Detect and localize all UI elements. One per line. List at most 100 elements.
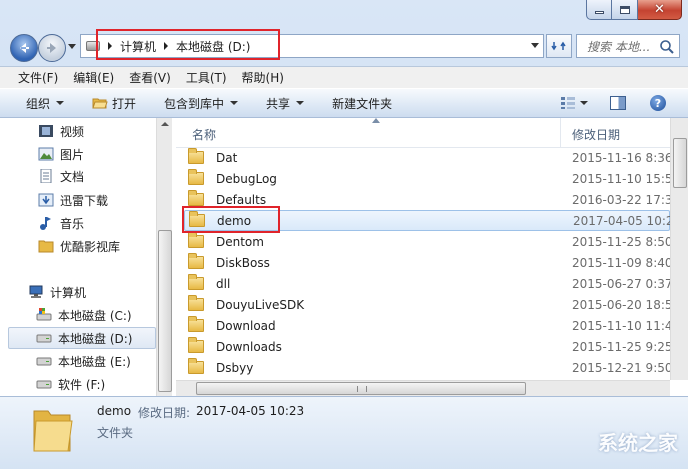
nav-scroll-thumb[interactable]	[158, 230, 172, 392]
scroll-up-icon[interactable]	[161, 122, 169, 126]
table-row[interactable]: dll 2015-06-27 0:37	[184, 273, 670, 294]
large-folder-icon	[33, 410, 73, 452]
help-icon[interactable]: ?	[650, 95, 666, 111]
file-name: DouyuLiveSDK	[216, 297, 305, 312]
close-button[interactable]: ✕	[638, 0, 682, 20]
vertical-scroll-thumb[interactable]	[673, 138, 687, 188]
computer-icon	[29, 285, 43, 298]
nav-item-computer[interactable]: 计算机	[28, 281, 86, 303]
minimize-icon	[594, 11, 604, 14]
folder-icon	[188, 337, 204, 353]
file-date: 2016-03-22 17:3	[572, 192, 670, 207]
include-library-label: 包含到库中	[164, 96, 225, 111]
table-row[interactable]: DiskBoss 2015-11-09 8:40	[184, 252, 670, 273]
search-placeholder: 搜索 本地...	[587, 39, 651, 54]
column-name-header[interactable]: 名称	[192, 126, 216, 143]
nav-item-xunlei-downloads[interactable]: 迅雷下载	[38, 189, 108, 211]
nav-item-drive-f[interactable]: 软件 (F:)	[36, 373, 105, 395]
nav-scrollbar[interactable]	[156, 118, 172, 396]
nav-item-drive-c[interactable]: 本地磁盘 (C:)	[36, 304, 132, 326]
file-date: 2015-06-27 0:37	[572, 276, 670, 291]
nav-item-documents[interactable]: 文档	[38, 165, 84, 187]
include-in-library-button[interactable]: 包含到库中	[164, 95, 239, 112]
nav-label: 视频	[60, 124, 85, 139]
folder-open-icon	[92, 98, 108, 109]
file-date: 2015-11-25 8:50	[572, 234, 670, 249]
file-name: dll	[216, 276, 231, 291]
download-icon	[38, 193, 54, 207]
folder-icon	[188, 232, 204, 248]
file-list-vertical-scrollbar[interactable]	[670, 118, 688, 380]
nav-item-youku-library[interactable]: 优酷影视库	[38, 235, 120, 257]
content-area: 视频 图片 文档 迅雷下载 音乐 优酷影视库 计算机 本地磁盘 (C:) 本地磁…	[0, 118, 688, 396]
search-icon[interactable]	[659, 39, 675, 55]
file-date: 2015-11-25 9:25	[572, 339, 670, 354]
column-separator[interactable]	[560, 118, 561, 148]
nav-item-music[interactable]: 音乐	[38, 212, 84, 234]
file-name: Dat	[216, 150, 238, 165]
nav-label: 音乐	[60, 216, 85, 231]
forward-button[interactable]	[38, 34, 66, 62]
menu-view[interactable]: 查看(V)	[129, 69, 171, 86]
nav-item-drive-e[interactable]: 本地磁盘 (E:)	[36, 350, 131, 372]
menu-help[interactable]: 帮助(H)	[242, 69, 284, 86]
refresh-icon	[551, 41, 566, 51]
share-label: 共享	[266, 96, 291, 111]
details-date-label: 修改日期:	[138, 406, 191, 420]
minimize-button[interactable]	[586, 0, 612, 20]
file-list: 名称 修改日期 Dat 2015-11-16 8:36 DebugLog 2015-…	[176, 118, 688, 396]
table-row[interactable]: Dentom 2015-11-25 8:50	[184, 231, 670, 252]
nav-item-pictures[interactable]: 图片	[38, 143, 84, 165]
table-row[interactable]: Dsbyy 2015-12-21 9:50	[184, 357, 670, 378]
open-button[interactable]: 打开	[92, 95, 136, 112]
arrow-left-icon	[20, 43, 29, 53]
table-row[interactable]: DouyuLiveSDK 2015-06-20 18:5	[184, 294, 670, 315]
recent-pages-dropdown[interactable]	[68, 44, 76, 49]
chevron-down-icon[interactable]	[531, 43, 539, 48]
watermark-logo: 系统之家	[598, 431, 678, 455]
explorer-window: ✕ 计算机 本地磁盘 (D:) 搜索 本地... 文件(F) 编辑(E) 查看(…	[0, 0, 688, 469]
file-name: DebugLog	[216, 171, 277, 186]
document-icon	[40, 169, 52, 183]
menu-edit[interactable]: 编辑(E)	[73, 69, 114, 86]
horizontal-scroll-thumb[interactable]	[196, 382, 526, 395]
nav-label: 软件 (F:)	[58, 377, 106, 392]
nav-label: 计算机	[50, 285, 87, 300]
chevron-down-icon	[56, 101, 65, 105]
new-folder-button[interactable]: 新建文件夹	[332, 95, 392, 112]
menu-bar: 文件(F) 编辑(E) 查看(V) 工具(T) 帮助(H)	[0, 66, 688, 88]
new-folder-label: 新建文件夹	[332, 96, 393, 111]
caption-buttons: ✕	[586, 0, 682, 20]
file-list-horizontal-scrollbar[interactable]	[176, 380, 670, 396]
view-options-icon[interactable]	[560, 96, 576, 110]
column-header: 名称 修改日期	[176, 118, 670, 148]
navigation-pane: 视频 图片 文档 迅雷下载 音乐 优酷影视库 计算机 本地磁盘 (C:) 本地磁…	[0, 118, 172, 396]
table-row[interactable]: DebugLog 2015-11-10 15:5	[184, 168, 670, 189]
menu-file[interactable]: 文件(F)	[18, 69, 58, 86]
folder-icon	[188, 274, 204, 290]
picture-icon	[38, 147, 54, 161]
nav-label: 优酷影视库	[60, 239, 121, 254]
organize-button[interactable]: 组织	[26, 95, 65, 112]
details-pane: demo 修改日期: 2017-04-05 10:23 文件夹 系统之家	[0, 396, 688, 469]
back-button[interactable]	[10, 34, 38, 62]
search-input[interactable]: 搜索 本地...	[576, 34, 680, 58]
share-button[interactable]: 共享	[266, 95, 305, 112]
table-row[interactable]: Dat 2015-11-16 8:36	[184, 147, 670, 168]
menu-tools[interactable]: 工具(T)	[186, 69, 227, 86]
maximize-icon	[619, 5, 630, 14]
refresh-button[interactable]	[546, 34, 572, 58]
chevron-down-icon[interactable]	[580, 101, 588, 105]
nav-label: 文档	[60, 169, 85, 184]
file-date: 2017-04-05 10:2	[573, 213, 671, 228]
preview-pane-icon[interactable]	[610, 96, 626, 110]
nav-item-drive-d[interactable]: 本地磁盘 (D:)	[8, 327, 156, 349]
table-row[interactable]: Downloads 2015-11-25 9:25	[184, 336, 670, 357]
column-date-header[interactable]: 修改日期	[572, 126, 620, 143]
command-bar: 组织 打开 包含到库中 共享 新建文件夹 ?	[0, 88, 688, 118]
maximize-button[interactable]	[612, 0, 638, 20]
nav-label: 本地磁盘 (D:)	[58, 331, 133, 346]
table-row[interactable]: Download 2015-11-10 11:4	[184, 315, 670, 336]
close-icon: ✕	[654, 2, 665, 17]
nav-item-videos[interactable]: 视频	[38, 120, 84, 142]
